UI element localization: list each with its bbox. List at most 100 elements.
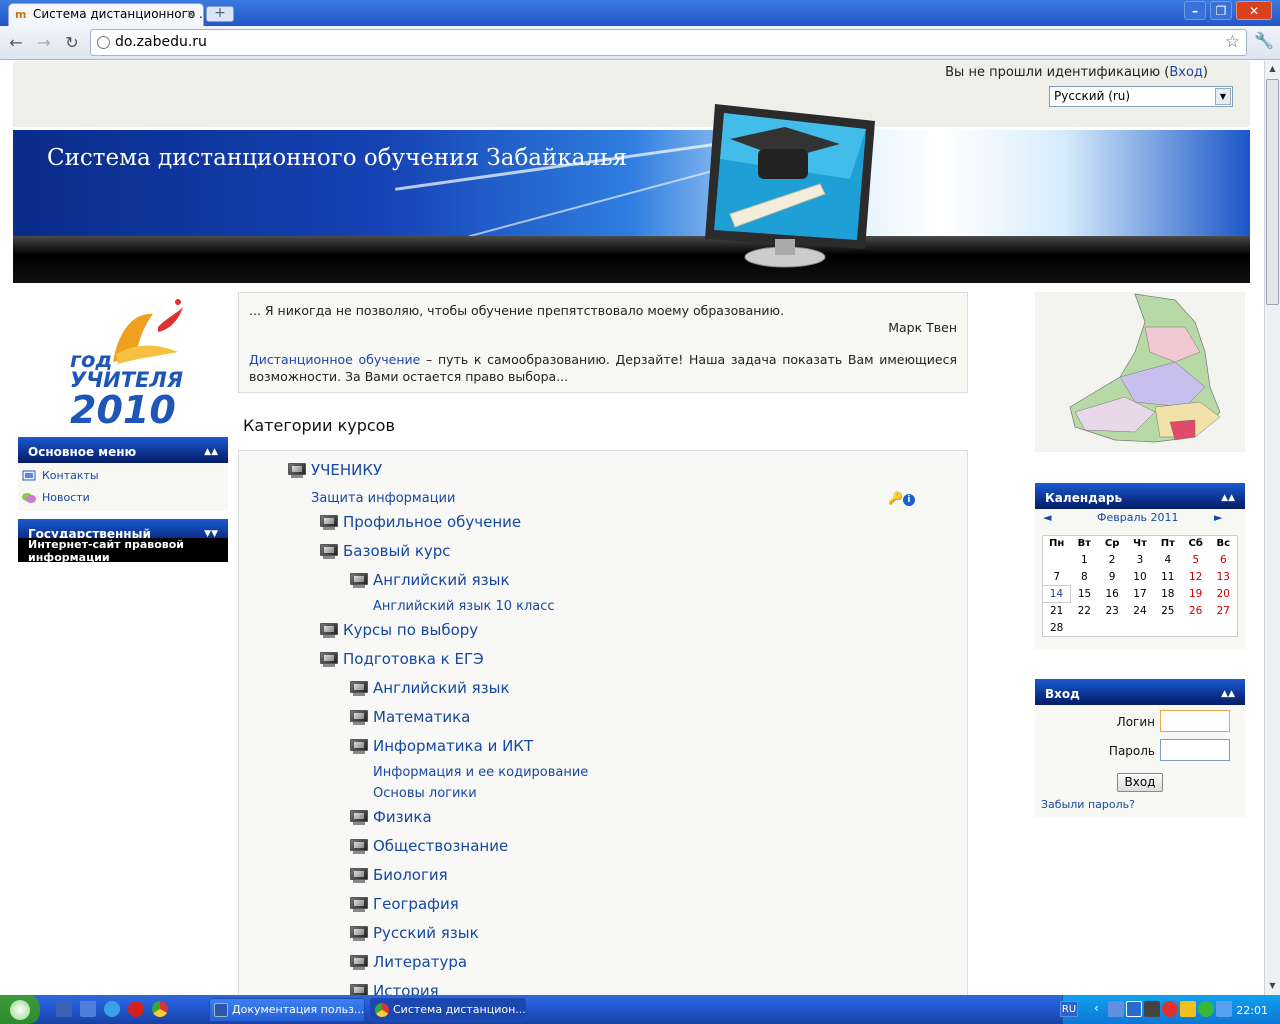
start-button[interactable] (0, 995, 40, 1024)
menu-item-contacts[interactable]: Контакты (22, 468, 99, 484)
calendar-day[interactable]: 16 (1098, 586, 1126, 603)
course-category-link[interactable]: Русский язык (349, 922, 479, 944)
antivirus-icon[interactable] (1162, 1001, 1178, 1017)
calendar-day[interactable]: 18 (1154, 586, 1182, 603)
tray-expand-icon[interactable]: ‹ (1094, 1001, 1099, 1015)
taskbar-item-word[interactable]: Документация польз... (209, 998, 365, 1022)
back-icon[interactable]: ← (6, 33, 26, 53)
taskbar-item-chrome[interactable]: Система дистанцион... (370, 998, 526, 1022)
course-category-link[interactable]: Обществознание (349, 835, 508, 857)
login-link[interactable]: Вход (1169, 65, 1203, 80)
calendar-day[interactable]: 2 (1098, 552, 1126, 569)
login-button[interactable]: Вход (1117, 773, 1163, 792)
course-category-link[interactable]: Подготовка к ЕГЭ (319, 648, 484, 670)
course-category-link[interactable]: Физика (349, 806, 432, 828)
course-category-link[interactable]: Литература (349, 951, 467, 973)
password-input[interactable] (1160, 739, 1230, 761)
info-icon[interactable]: i (902, 494, 915, 506)
prev-month-icon[interactable]: ◄ (1043, 511, 1051, 524)
calendar-day[interactable]: 7 (1043, 569, 1071, 586)
vertical-scrollbar[interactable]: ▲ ▼ (1264, 61, 1280, 995)
address-bar[interactable]: do.zabedu.ru ☆ (90, 29, 1247, 56)
browser-tab[interactable]: m Система дистанционного ... × (8, 3, 204, 26)
course-category-link[interactable]: УЧЕНИКУ (287, 459, 382, 481)
warning-icon[interactable] (1180, 1001, 1196, 1017)
calendar-day[interactable]: 14 (1042, 585, 1071, 603)
main-menu-header[interactable]: Основное меню ▲▲ (18, 437, 228, 463)
calendar-day[interactable]: 24 (1126, 603, 1154, 620)
calendar-day[interactable]: 25 (1154, 603, 1182, 620)
network-icon[interactable] (1108, 1001, 1124, 1017)
gov-block-body[interactable]: Интернет-сайт правовой информации (18, 538, 228, 564)
dropdown-arrow-icon[interactable]: ▼ (1215, 88, 1231, 105)
course-category-link[interactable]: Профильное обучение (319, 511, 521, 533)
calendar-day[interactable]: 12 (1182, 569, 1210, 586)
calendar-day[interactable]: 28 (1043, 620, 1071, 637)
calendar-day[interactable]: 11 (1154, 569, 1182, 586)
key-icon[interactable]: 🔑 (888, 491, 903, 505)
chrome-icon[interactable] (152, 1001, 168, 1017)
scrollbar-thumb[interactable] (1266, 79, 1279, 305)
scroll-up-icon[interactable]: ▲ (1266, 62, 1279, 76)
calendar-day[interactable]: 15 (1070, 586, 1098, 603)
calendar-day[interactable]: 9 (1098, 569, 1126, 586)
next-month-icon[interactable]: ► (1214, 511, 1222, 524)
course-category-link[interactable]: Английский язык (349, 677, 510, 699)
calendar-day[interactable]: 6 (1210, 552, 1238, 569)
messenger-icon[interactable] (1198, 1001, 1214, 1017)
display-icon[interactable] (1126, 1001, 1142, 1017)
calendar-day[interactable]: 27 (1210, 603, 1238, 620)
calendar-day[interactable]: 8 (1070, 569, 1098, 586)
course-link[interactable]: Основы логики (373, 786, 477, 801)
volume-icon[interactable] (1216, 1001, 1232, 1017)
close-tab-icon[interactable]: × (186, 4, 196, 25)
calendar-day[interactable]: 26 (1182, 603, 1210, 620)
restore-icon[interactable]: ❐ (1210, 1, 1232, 20)
calendar-day[interactable]: 23 (1098, 603, 1126, 620)
course-link[interactable]: Защита информации (311, 491, 455, 506)
opera-icon[interactable] (128, 1001, 144, 1017)
course-category-link[interactable]: Курсы по выбору (319, 619, 478, 641)
language-indicator[interactable]: RU (1060, 1001, 1078, 1017)
calendar-day[interactable]: 19 (1182, 586, 1210, 603)
login-header[interactable]: Вход ▲▲ (1035, 679, 1245, 705)
course-category-link[interactable]: География (349, 893, 459, 915)
course-category-link[interactable]: Информатика и ИКТ (349, 735, 533, 757)
internet-explorer-icon[interactable] (104, 1001, 120, 1017)
scroll-down-icon[interactable]: ▼ (1266, 979, 1279, 993)
calendar-day[interactable]: 17 (1126, 586, 1154, 603)
menu-item-news[interactable]: Новости (22, 490, 90, 506)
network-disconnected-icon[interactable] (1144, 1001, 1160, 1017)
bookmark-star-icon[interactable]: ☆ (1225, 30, 1240, 55)
course-category-link[interactable]: Английский язык (349, 569, 510, 591)
calendar-day[interactable]: 20 (1210, 586, 1238, 603)
new-tab-button[interactable]: + (206, 6, 234, 22)
minimize-icon[interactable]: – (1184, 1, 1206, 20)
course-link[interactable]: Информация и ее кодирование (373, 765, 588, 780)
show-desktop-icon[interactable] (56, 1001, 72, 1017)
calendar-month[interactable]: Февраль 2011 (1097, 511, 1178, 524)
calendar-day[interactable]: 22 (1070, 603, 1098, 620)
calendar-day[interactable]: 1 (1070, 552, 1098, 569)
reload-icon[interactable]: ↻ (62, 33, 82, 53)
calendar-day[interactable]: 3 (1126, 552, 1154, 569)
course-category-link[interactable]: Биология (349, 864, 448, 886)
distance-learning-link[interactable]: Дистанционное обучение (249, 352, 420, 367)
course-category-link[interactable]: История (349, 980, 439, 995)
course-category-link[interactable]: Математика (349, 706, 470, 728)
course-link[interactable]: Английский язык 10 класс (373, 599, 555, 614)
calendar-day[interactable]: 4 (1154, 552, 1182, 569)
window-close-icon[interactable]: ✕ (1236, 1, 1272, 20)
calendar-header[interactable]: Календарь ▲▲ (1035, 483, 1245, 509)
calendar-day[interactable]: 5 (1182, 552, 1210, 569)
calendar-day[interactable]: 10 (1126, 569, 1154, 586)
forgot-password-link[interactable]: Забыли пароль? (1041, 798, 1135, 811)
language-select[interactable]: Русский (ru) ▼ (1049, 86, 1233, 107)
calendar-day[interactable]: 21 (1043, 603, 1071, 620)
username-input[interactable] (1160, 710, 1230, 732)
calendar-day[interactable]: 13 (1210, 569, 1238, 586)
forward-icon[interactable]: → (34, 33, 54, 53)
course-category-link[interactable]: Базовый курс (319, 540, 451, 562)
wrench-icon[interactable]: 🔧 (1254, 31, 1274, 50)
save-icon[interactable] (80, 1001, 96, 1017)
